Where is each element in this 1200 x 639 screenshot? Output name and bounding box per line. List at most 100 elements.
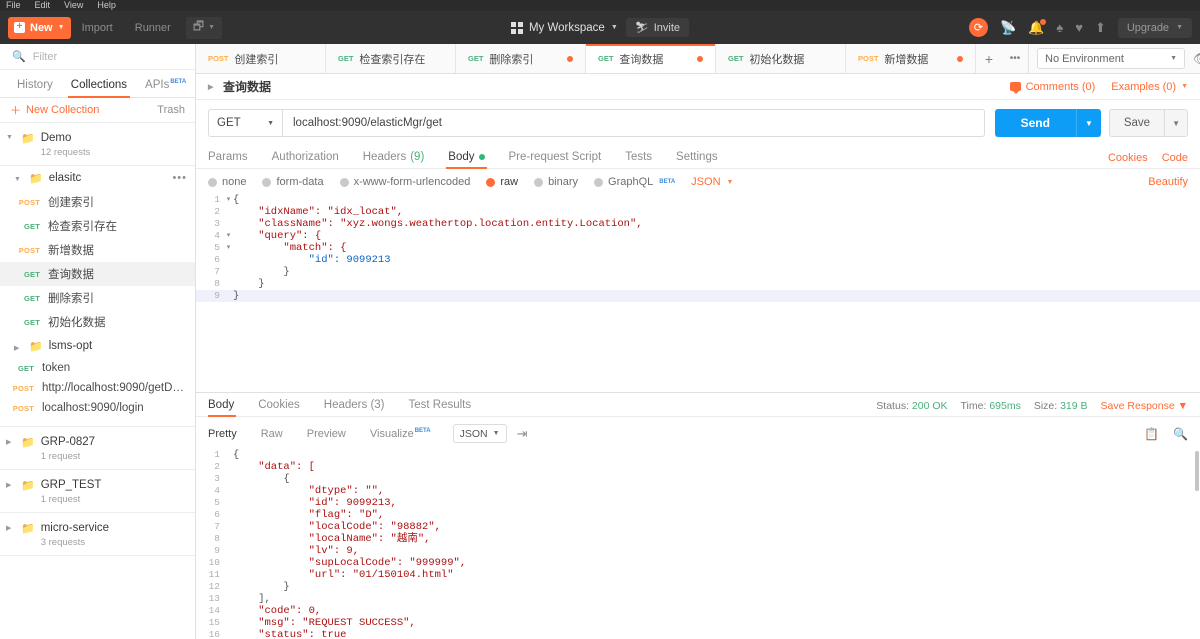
body-type-urlencoded[interactable]: x-www-form-urlencoded	[339, 176, 470, 188]
sync-icon[interactable]: ⟳	[968, 18, 988, 37]
heart-icon[interactable]: ♠	[1056, 20, 1063, 35]
request-breadcrumb[interactable]: ▶ 查询数据	[208, 78, 271, 95]
invite-button[interactable]: ⛷ Invite	[625, 18, 690, 37]
code-link[interactable]: Code	[1162, 152, 1188, 164]
request-tab[interactable]: GET 检查索引存在	[326, 44, 456, 73]
tab-headers[interactable]: Headers (9)	[351, 151, 437, 168]
request-tab[interactable]: POST 创建索引	[196, 44, 326, 73]
save-options-button[interactable]: ▼	[1164, 109, 1188, 137]
tab-collections[interactable]: Collections	[62, 78, 136, 98]
request-item[interactable]: GET 删除索引	[0, 286, 195, 310]
save-response-button[interactable]: Save Response ▼	[1101, 400, 1188, 412]
request-item-selected[interactable]: GET 查询数据	[0, 262, 195, 286]
menu-item-help[interactable]: Help	[97, 0, 116, 11]
beautify-button[interactable]: Beautify	[1148, 176, 1188, 188]
vertical-scrollbar[interactable]	[1195, 451, 1199, 491]
menu-item-view[interactable]: View	[64, 0, 83, 11]
body-type-none[interactable]: none	[208, 176, 246, 188]
request-item[interactable]: GET 检查索引存在	[0, 214, 195, 238]
request-body-editor[interactable]: 1 ▾{ 2 "idxName": "idx_locat", 3 "classNa…	[196, 194, 1200, 392]
response-tab-body[interactable]: Body	[208, 399, 246, 417]
url-input[interactable]	[282, 109, 985, 137]
body-type-raw[interactable]: raw	[486, 176, 518, 188]
response-format-selector[interactable]: JSON ▼	[452, 424, 507, 443]
fold-icon[interactable]: ▾	[224, 242, 233, 254]
account-icon[interactable]: ⬆	[1095, 20, 1106, 36]
request-label: 新增数据	[48, 245, 94, 257]
collection-grp-0827[interactable]: ▶ 📁 GRP-0827 1 request	[0, 427, 195, 470]
word-wrap-icon[interactable]: ⇥	[517, 426, 528, 442]
bell-icon[interactable]: 🔔	[1028, 18, 1047, 36]
request-item[interactable]: POST localhost:9090/login	[0, 398, 195, 418]
fold-icon	[224, 254, 233, 266]
tab-tests[interactable]: Tests	[613, 151, 664, 168]
runner-button[interactable]: Runner	[124, 17, 182, 39]
body-format-selector[interactable]: JSON ▼	[691, 176, 733, 188]
new-tab-button[interactable]: +	[976, 44, 1002, 73]
request-tab[interactable]: GET 删除索引	[456, 44, 586, 73]
new-collection-button[interactable]: ＋ New Collection	[10, 102, 99, 118]
request-item[interactable]: GET token	[0, 358, 195, 378]
body-type-graphql[interactable]: GraphQL BETA	[594, 176, 675, 188]
request-tab[interactable]: POST 新增数据	[846, 44, 976, 73]
broadcast-icon[interactable]: 📡	[1000, 20, 1016, 36]
trash-button[interactable]: Trash	[157, 104, 185, 116]
eye-icon[interactable]: 👁	[1185, 51, 1200, 67]
response-tab-cookies[interactable]: Cookies	[246, 399, 312, 416]
fold-icon[interactable]: ▾	[224, 194, 233, 206]
response-tab-test-results[interactable]: Test Results	[397, 399, 484, 416]
request-item[interactable]: POST 新增数据	[0, 238, 195, 262]
copy-icon[interactable]: 📋	[1144, 427, 1159, 441]
folder-more-icon[interactable]: •••	[172, 172, 187, 184]
examples-button[interactable]: Examples (0) ▼	[1111, 81, 1188, 93]
tabs-more-button[interactable]: •••	[1002, 44, 1028, 73]
collection-micro-service[interactable]: ▶ 📁 micro-service 3 requests	[0, 513, 195, 556]
menu-item-file[interactable]: File	[6, 0, 21, 11]
tab-settings[interactable]: Settings	[664, 151, 730, 168]
viewer-tab-pretty[interactable]: Pretty	[208, 428, 249, 440]
search-icon[interactable]: 🔍	[1173, 427, 1188, 441]
tab-history[interactable]: History	[8, 78, 62, 97]
environment-selector[interactable]: No Environment ▼	[1037, 48, 1185, 69]
viewer-tab-raw[interactable]: Raw	[249, 428, 295, 440]
tab-pre-request-script[interactable]: Pre-request Script	[497, 151, 614, 168]
fold-icon[interactable]: ▾	[224, 230, 233, 242]
favorite-icon[interactable]: ♥	[1075, 20, 1083, 35]
response-body-viewer[interactable]: 1{ 2 "data": [ 3 { 4 "dtype": "", 5 "id"…	[196, 449, 1200, 639]
send-button[interactable]: Send	[994, 109, 1076, 137]
send-options-button[interactable]: ▼	[1075, 109, 1101, 137]
folder-elasitc[interactable]: ▼ 📁 elasitc •••	[0, 166, 195, 190]
upgrade-button[interactable]: Upgrade ▼	[1117, 17, 1192, 38]
tab-apis[interactable]: APIsBETA	[136, 75, 195, 97]
folder-lsms-opt[interactable]: ▶ 📁 lsms-opt	[0, 334, 195, 358]
request-item[interactable]: GET 初始化数据	[0, 310, 195, 334]
request-tab[interactable]: GET 初始化数据	[716, 44, 846, 73]
request-tab-active[interactable]: GET 查询数据	[586, 44, 716, 73]
save-button[interactable]: Save	[1108, 109, 1165, 137]
request-item[interactable]: POST 创建索引	[0, 190, 195, 214]
collection-demo[interactable]: ▼ 📁 Demo 12 requests	[0, 123, 195, 166]
code-line: 3 {	[196, 473, 1200, 485]
request-item[interactable]: POST http://localhost:9090/getDataByTok.…	[0, 378, 195, 398]
cookies-link[interactable]: Cookies	[1108, 152, 1148, 164]
method-selector[interactable]: GET ▼	[208, 109, 282, 137]
viewer-tab-visualize[interactable]: VisualizeBETA	[358, 428, 443, 440]
workspace-selector[interactable]: My Workspace ▼	[510, 21, 618, 34]
search-input[interactable]	[32, 50, 163, 63]
comments-button[interactable]: Comments (0)	[1009, 81, 1095, 94]
collection-grp-test[interactable]: ▶ 📁 GRP_TEST 1 request	[0, 470, 195, 513]
body-type-binary[interactable]: binary	[534, 176, 578, 188]
new-button[interactable]: + New ▼	[8, 16, 71, 39]
response-tab-headers[interactable]: Headers (3)	[312, 399, 397, 416]
body-type-label: GraphQL	[608, 176, 654, 188]
menu-item-edit[interactable]: Edit	[35, 0, 51, 11]
tab-params[interactable]: Params	[208, 151, 260, 168]
method-badge: GET	[17, 363, 34, 373]
new-window-button[interactable]: 🗗 ▼	[185, 16, 223, 39]
body-type-form-data[interactable]: form-data	[262, 176, 324, 188]
tab-authorization[interactable]: Authorization	[260, 151, 351, 168]
notification-dot	[1040, 18, 1047, 25]
import-button[interactable]: Import	[71, 17, 124, 39]
tab-body[interactable]: Body	[436, 151, 496, 169]
viewer-tab-preview[interactable]: Preview	[295, 428, 358, 440]
